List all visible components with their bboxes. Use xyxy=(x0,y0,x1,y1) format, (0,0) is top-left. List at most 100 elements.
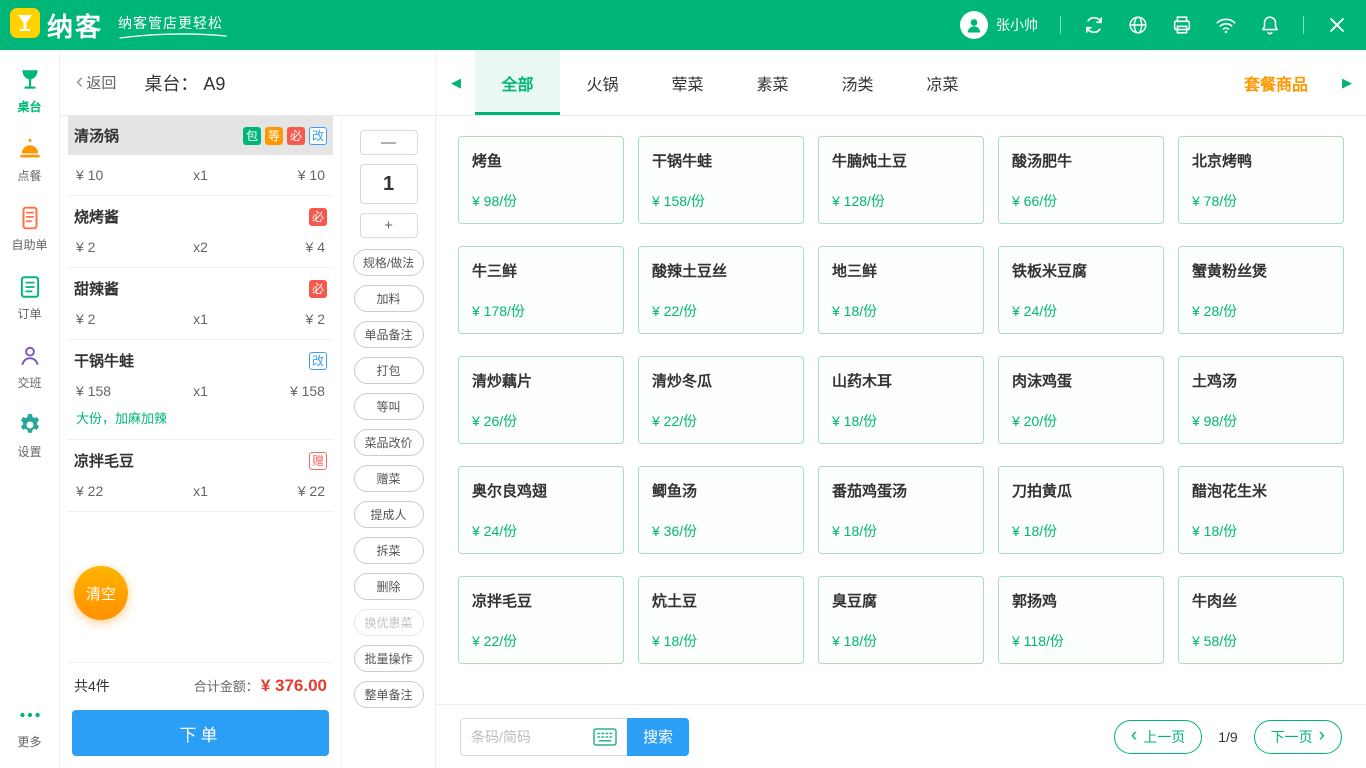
menu-item-card[interactable]: 鲫鱼汤 ¥ 36/份 xyxy=(638,466,804,554)
sidebar-item-shift[interactable]: 交班 xyxy=(0,332,59,401)
tool-button[interactable]: 换优惠菜 xyxy=(353,609,424,636)
menu-item-card[interactable]: 醋泡花生米 ¥ 18/份 xyxy=(1178,466,1344,554)
clear-order-button[interactable]: 清空 xyxy=(74,566,128,620)
category-tab[interactable]: 火锅 xyxy=(560,50,645,115)
order-item-qty: x1 xyxy=(193,483,208,499)
search-button[interactable]: 搜索 xyxy=(627,717,689,756)
category-tab[interactable]: 全部 xyxy=(475,50,560,115)
quantity-decrease-button[interactable]: — xyxy=(359,130,418,155)
combo-products-button[interactable]: 套餐商品 xyxy=(1224,50,1328,115)
menu-item-card[interactable]: 酸汤肥牛 ¥ 66/份 xyxy=(998,136,1164,224)
next-page-button[interactable]: 下一页 › xyxy=(1253,719,1342,754)
menu-item-card[interactable]: 地三鲜 ¥ 18/份 xyxy=(818,246,984,334)
menu-item-card[interactable]: 牛三鲜 ¥ 178/份 xyxy=(458,246,624,334)
sidebar-item-orders[interactable]: 订单 xyxy=(0,263,59,332)
wifi-icon[interactable] xyxy=(1215,14,1237,36)
sync-icon[interactable] xyxy=(1083,14,1105,36)
sidebar-item-settings[interactable]: 设置 xyxy=(0,401,59,470)
tool-button-list: 规格/做法 加料 单品备注 打包 等叫 菜品改价 赠菜 提成人 拆菜 删除 换优… xyxy=(352,249,425,708)
menu-item-price: ¥ 22/份 xyxy=(652,413,698,429)
tool-button[interactable]: 规格/做法 xyxy=(352,249,425,276)
keyboard-icon[interactable] xyxy=(593,727,617,746)
menu-item-name: 奥尔良鸡翅 xyxy=(472,483,548,500)
tool-button[interactable]: 批量操作 xyxy=(353,645,424,672)
menu-item-card[interactable]: 郭扬鸡 ¥ 118/份 xyxy=(998,576,1164,664)
menu-item-card[interactable]: 铁板米豆腐 ¥ 24/份 xyxy=(998,246,1164,334)
prev-page-button[interactable]: ‹ 上一页 xyxy=(1113,719,1203,754)
user-chip[interactable]: 张小帅 xyxy=(960,11,1038,39)
tabs-scroll-left-icon[interactable]: ◀ xyxy=(437,50,475,115)
tool-button[interactable]: 等叫 xyxy=(353,393,424,420)
tool-button[interactable]: 打包 xyxy=(353,357,424,384)
menu-item-card[interactable]: 肉沫鸡蛋 ¥ 20/份 xyxy=(998,356,1164,444)
brand: 纳客 纳客管店更轻松 xyxy=(10,7,228,44)
printer-icon[interactable] xyxy=(1171,14,1193,36)
network-globe-icon[interactable] xyxy=(1127,14,1149,36)
tool-button[interactable]: 拆菜 xyxy=(353,537,424,564)
menu-item-card[interactable]: 清炒冬瓜 ¥ 22/份 xyxy=(638,356,804,444)
menu-item-price: ¥ 178/份 xyxy=(472,303,525,319)
order-item[interactable]: 烧烤酱 必 ¥ 2 x2 ¥ 4 xyxy=(68,196,333,268)
order-item-total: ¥ 22 xyxy=(297,483,325,499)
menu-item-card[interactable]: 炕土豆 ¥ 18/份 xyxy=(638,576,804,664)
brand-slogan: 纳客管店更轻松 xyxy=(118,13,228,39)
menu-item-card[interactable]: 土鸡汤 ¥ 98/份 xyxy=(1178,356,1344,444)
tool-button[interactable]: 提成人 xyxy=(353,501,424,528)
order-item[interactable]: 凉拌毛豆 赠 ¥ 22 x1 ¥ 22 xyxy=(68,440,333,512)
menu-item-name: 北京烤鸭 xyxy=(1192,153,1253,170)
tool-button[interactable]: 菜品改价 xyxy=(353,429,424,456)
sidebar-item-tables[interactable]: 桌台 xyxy=(0,56,59,125)
menu-item-card[interactable]: 牛肉丝 ¥ 58/份 xyxy=(1178,576,1344,664)
menu-item-card[interactable]: 牛腩炖土豆 ¥ 128/份 xyxy=(818,136,984,224)
header-left: ‹ 返回 桌台： A9 xyxy=(60,50,437,115)
menu-item-card[interactable]: 北京烤鸭 ¥ 78/份 xyxy=(1178,136,1344,224)
tool-button[interactable]: 删除 xyxy=(353,573,424,600)
sidebar: 桌台 点餐 自助单 订单 交班 设置 更多 xyxy=(0,50,60,768)
menu-item-card[interactable]: 臭豆腐 ¥ 18/份 xyxy=(818,576,984,664)
bell-icon[interactable] xyxy=(1259,14,1281,36)
back-chevron-icon: ‹ xyxy=(76,68,84,93)
category-tab[interactable]: 凉菜 xyxy=(900,50,985,115)
menu-item-card[interactable]: 山药木耳 ¥ 18/份 xyxy=(818,356,984,444)
order-item-badge: 改 xyxy=(309,126,327,145)
menu-area: 烤鱼 ¥ 98/份 干锅牛蛙 ¥ 158/份 牛腩炖土豆 ¥ 128/份 酸汤肥… xyxy=(436,116,1366,768)
menu-item-card[interactable]: 酸辣土豆丝 ¥ 22/份 xyxy=(638,246,804,334)
back-button[interactable]: ‹ 返回 xyxy=(76,68,116,93)
tabs-scroll-right-icon[interactable]: ▶ xyxy=(1328,50,1366,115)
menu-item-price: ¥ 66/份 xyxy=(1012,193,1058,209)
brand-slogan-text: 纳客管店更轻松 xyxy=(118,15,224,31)
order-item[interactable]: 干锅牛蛙 改 ¥ 158 x1 ¥ 158 大份，加麻加辣 xyxy=(68,340,333,440)
order-item[interactable]: 甜辣酱 必 ¥ 2 x1 ¥ 2 xyxy=(68,268,333,340)
tool-button[interactable]: 加料 xyxy=(353,285,424,312)
order-item-price-row: ¥ 10 x1 ¥ 10 xyxy=(74,167,327,183)
menu-item-card[interactable]: 清炒藕片 ¥ 26/份 xyxy=(458,356,624,444)
menu-item-card[interactable]: 蟹黄粉丝煲 ¥ 28/份 xyxy=(1178,246,1344,334)
quantity-increase-button[interactable]: + xyxy=(359,213,418,238)
order-item-name: 甜辣酱 xyxy=(74,281,120,298)
menu-item-card[interactable]: 刀拍黄瓜 ¥ 18/份 xyxy=(998,466,1164,554)
tool-button[interactable]: 单品备注 xyxy=(353,321,424,348)
close-icon[interactable] xyxy=(1326,14,1348,36)
category-tab[interactable]: 荤菜 xyxy=(645,50,730,115)
menu-item-card[interactable]: 凉拌毛豆 ¥ 22/份 xyxy=(458,576,624,664)
menu-item-card[interactable]: 奥尔良鸡翅 ¥ 24/份 xyxy=(458,466,624,554)
category-tabs: 全部 火锅 荤菜 素菜 汤类 凉菜 xyxy=(475,50,985,115)
sidebar-item-more[interactable]: 更多 xyxy=(0,691,59,760)
submit-order-button[interactable]: 下单 xyxy=(72,710,329,756)
tool-button[interactable]: 整单备注 xyxy=(353,681,424,708)
menu-item-card[interactable]: 烤鱼 ¥ 98/份 xyxy=(458,136,624,224)
sidebar-item-self-service[interactable]: 自助单 xyxy=(0,194,59,263)
menu-item-card[interactable]: 干锅牛蛙 ¥ 158/份 xyxy=(638,136,804,224)
menu-item-card[interactable]: 番茄鸡蛋汤 ¥ 18/份 xyxy=(818,466,984,554)
sidebar-item-order-food[interactable]: 点餐 xyxy=(0,125,59,194)
menu-item-price: ¥ 24/份 xyxy=(472,523,518,539)
order-item-header: 烧烤酱 必 xyxy=(74,206,327,227)
quantity-value[interactable]: 1 xyxy=(359,164,418,204)
category-tab[interactable]: 汤类 xyxy=(815,50,900,115)
tool-button[interactable]: 赠菜 xyxy=(353,465,424,492)
menu-item-price: ¥ 18/份 xyxy=(1192,523,1238,539)
order-summary: 共4件 合计金额： ¥ 376.00 xyxy=(68,662,333,708)
order-item-qty: x1 xyxy=(193,383,208,399)
order-item[interactable]: 清汤锅 包等必改 ¥ 10 x1 ¥ 10 xyxy=(68,116,333,196)
category-tab[interactable]: 素菜 xyxy=(730,50,815,115)
